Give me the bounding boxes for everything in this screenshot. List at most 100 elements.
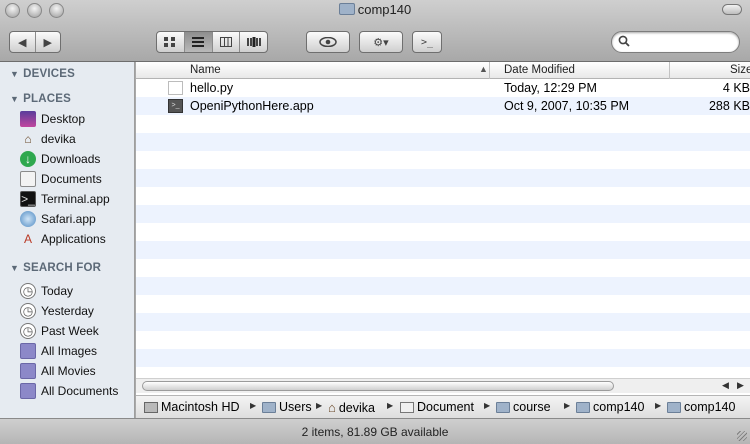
- back-button[interactable]: ◀: [10, 32, 35, 52]
- search-input[interactable]: [634, 34, 734, 50]
- clock-icon: ◷: [20, 322, 36, 339]
- crumb-label: course: [513, 400, 551, 414]
- icon-view-button[interactable]: [157, 32, 184, 52]
- python-file-icon: [168, 81, 183, 95]
- disclosure-triangle-icon: ▼: [10, 263, 20, 273]
- list-view-icon: [192, 37, 205, 47]
- terminal-prompt-icon: >_: [420, 36, 434, 48]
- status-text: 2 items, 81.89 GB available: [301, 425, 449, 439]
- sidebar-item-label: Today: [41, 283, 74, 298]
- column-header-size[interactable]: Size: [730, 64, 750, 76]
- horizontal-scrollbar[interactable]: ◀ ▶: [136, 378, 750, 393]
- quick-look-button[interactable]: [306, 31, 350, 53]
- file-rows: hello.py Today, 12:29 PM 4 KB >_ OpeniPy…: [136, 79, 750, 382]
- resize-grip-icon[interactable]: [737, 431, 747, 441]
- sidebar-item-label: All Documents: [41, 383, 119, 398]
- sidebar-item-applications[interactable]: A Applications: [20, 229, 132, 248]
- path-crumb-course[interactable]: course: [496, 400, 551, 414]
- crumb-label: comp140: [684, 400, 736, 414]
- sidebar-section-places[interactable]: ▼ PLACES: [10, 93, 71, 105]
- icon-view-icon: [164, 37, 176, 47]
- scroll-left-arrow-icon[interactable]: ◀: [722, 380, 729, 391]
- file-name: hello.py: [190, 81, 234, 95]
- folder-icon: [667, 401, 681, 413]
- folder-icon: [338, 3, 355, 15]
- sidebar-item-yesterday[interactable]: ◷ Yesterday: [20, 301, 132, 320]
- downloads-icon: ↓: [20, 150, 36, 167]
- sidebar-item-label: Yesterday: [41, 303, 94, 318]
- home-icon: ⌂: [328, 400, 336, 415]
- sidebar-item-downloads[interactable]: ↓ Downloads: [20, 149, 132, 168]
- column-header-name[interactable]: Name: [190, 64, 221, 76]
- sidebar-section-devices[interactable]: ▼ DEVICES: [10, 68, 75, 80]
- open-terminal-button[interactable]: >_: [412, 31, 442, 53]
- scrollbar-thumb[interactable]: [142, 381, 614, 391]
- column-headers: Name ▲ Date Modified Size: [136, 62, 750, 79]
- sidebar-item-today[interactable]: ◷ Today: [20, 281, 132, 300]
- application-icon: >_: [168, 99, 183, 113]
- gear-icon: ⚙▾: [373, 36, 389, 49]
- sidebar-item-past-week[interactable]: ◷ Past Week: [20, 321, 132, 340]
- file-size: 4 KB: [722, 81, 750, 95]
- folder-icon: [496, 401, 510, 413]
- table-row[interactable]: hello.py Today, 12:29 PM 4 KB: [136, 79, 750, 97]
- sidebar-item-label: Applications: [41, 231, 106, 246]
- sidebar-section-search-for[interactable]: ▼ SEARCH FOR: [10, 262, 101, 274]
- section-label: DEVICES: [23, 68, 75, 80]
- column-view-button[interactable]: [211, 32, 240, 52]
- table-row[interactable]: >_ OpeniPythonHere.app Oct 9, 2007, 10:3…: [136, 97, 750, 115]
- list-view-button[interactable]: [183, 32, 212, 52]
- window-title-text: comp140: [357, 2, 412, 17]
- status-bar: 2 items, 81.89 GB available: [0, 418, 750, 444]
- coverflow-view-button[interactable]: [239, 32, 267, 52]
- column-divider[interactable]: [489, 62, 490, 79]
- column-divider[interactable]: [669, 62, 670, 79]
- path-crumb-users[interactable]: Users: [262, 400, 312, 414]
- sidebar-item-label: devika: [41, 131, 76, 146]
- sidebar-item-devika[interactable]: ⌂ devika: [20, 129, 132, 148]
- sidebar-item-terminal[interactable]: >_ Terminal.app: [20, 189, 132, 208]
- search-field[interactable]: [611, 31, 740, 53]
- applications-icon: A: [23, 231, 32, 246]
- path-crumb-comp140-current[interactable]: comp140: [667, 400, 735, 414]
- path-bar: Macintosh HD ▶ Users ▶ ⌂ devika ▶ Documen…: [136, 395, 750, 418]
- path-crumb-comp140[interactable]: comp140: [576, 400, 644, 414]
- path-separator-icon: ▶: [564, 401, 571, 410]
- sidebar-item-all-movies[interactable]: All Movies: [20, 361, 132, 380]
- terminal-icon: >_: [20, 190, 36, 207]
- path-separator-icon: ▶: [655, 401, 662, 410]
- path-separator-icon: ▶: [484, 401, 491, 410]
- view-switcher: [156, 31, 268, 53]
- smart-folder-icon: [20, 362, 36, 379]
- crumb-label: devika: [338, 400, 375, 415]
- sidebar-item-safari[interactable]: Safari.app: [20, 209, 132, 228]
- forward-button[interactable]: ▶: [34, 32, 61, 52]
- disclosure-triangle-icon: ▼: [10, 94, 20, 104]
- sidebar-item-label: Past Week: [41, 323, 99, 338]
- crumb-label: comp140: [593, 400, 645, 414]
- sidebar-item-desktop[interactable]: Desktop: [20, 109, 132, 128]
- file-size: 288 KB: [708, 99, 750, 113]
- path-crumb-documents[interactable]: Document: [400, 400, 474, 414]
- safari-icon: [20, 210, 36, 227]
- crumb-label: Macintosh HD: [161, 400, 240, 414]
- path-separator-icon: ▶: [387, 401, 394, 410]
- file-date: Today, 12:29 PM: [504, 81, 597, 95]
- column-view-icon: [219, 37, 232, 47]
- disclosure-triangle-icon: ▼: [10, 69, 20, 79]
- sidebar-item-label: Terminal.app: [41, 191, 110, 206]
- sidebar-item-all-documents[interactable]: All Documents: [20, 381, 132, 400]
- sidebar-item-documents[interactable]: Documents: [20, 169, 132, 188]
- action-menu-button[interactable]: ⚙▾: [359, 31, 403, 53]
- finder-window: comp140 ◀ ▶ ⚙▾ >_ ▼ DEVICES ▼ PLACES Des…: [0, 0, 750, 444]
- sidebar-item-all-images[interactable]: All Images: [20, 341, 132, 360]
- toolbar-toggle-button[interactable]: [722, 4, 742, 15]
- scroll-right-arrow-icon[interactable]: ▶: [737, 380, 744, 391]
- sort-ascending-icon: ▲: [479, 64, 488, 74]
- home-icon: ⌂: [24, 131, 32, 146]
- path-crumb-devika[interactable]: ⌂ devika: [328, 400, 375, 415]
- clock-icon: ◷: [20, 302, 36, 319]
- crumb-label: Users: [279, 400, 312, 414]
- path-crumb-macintosh-hd[interactable]: Macintosh HD: [144, 400, 240, 414]
- column-header-date[interactable]: Date Modified: [504, 64, 575, 76]
